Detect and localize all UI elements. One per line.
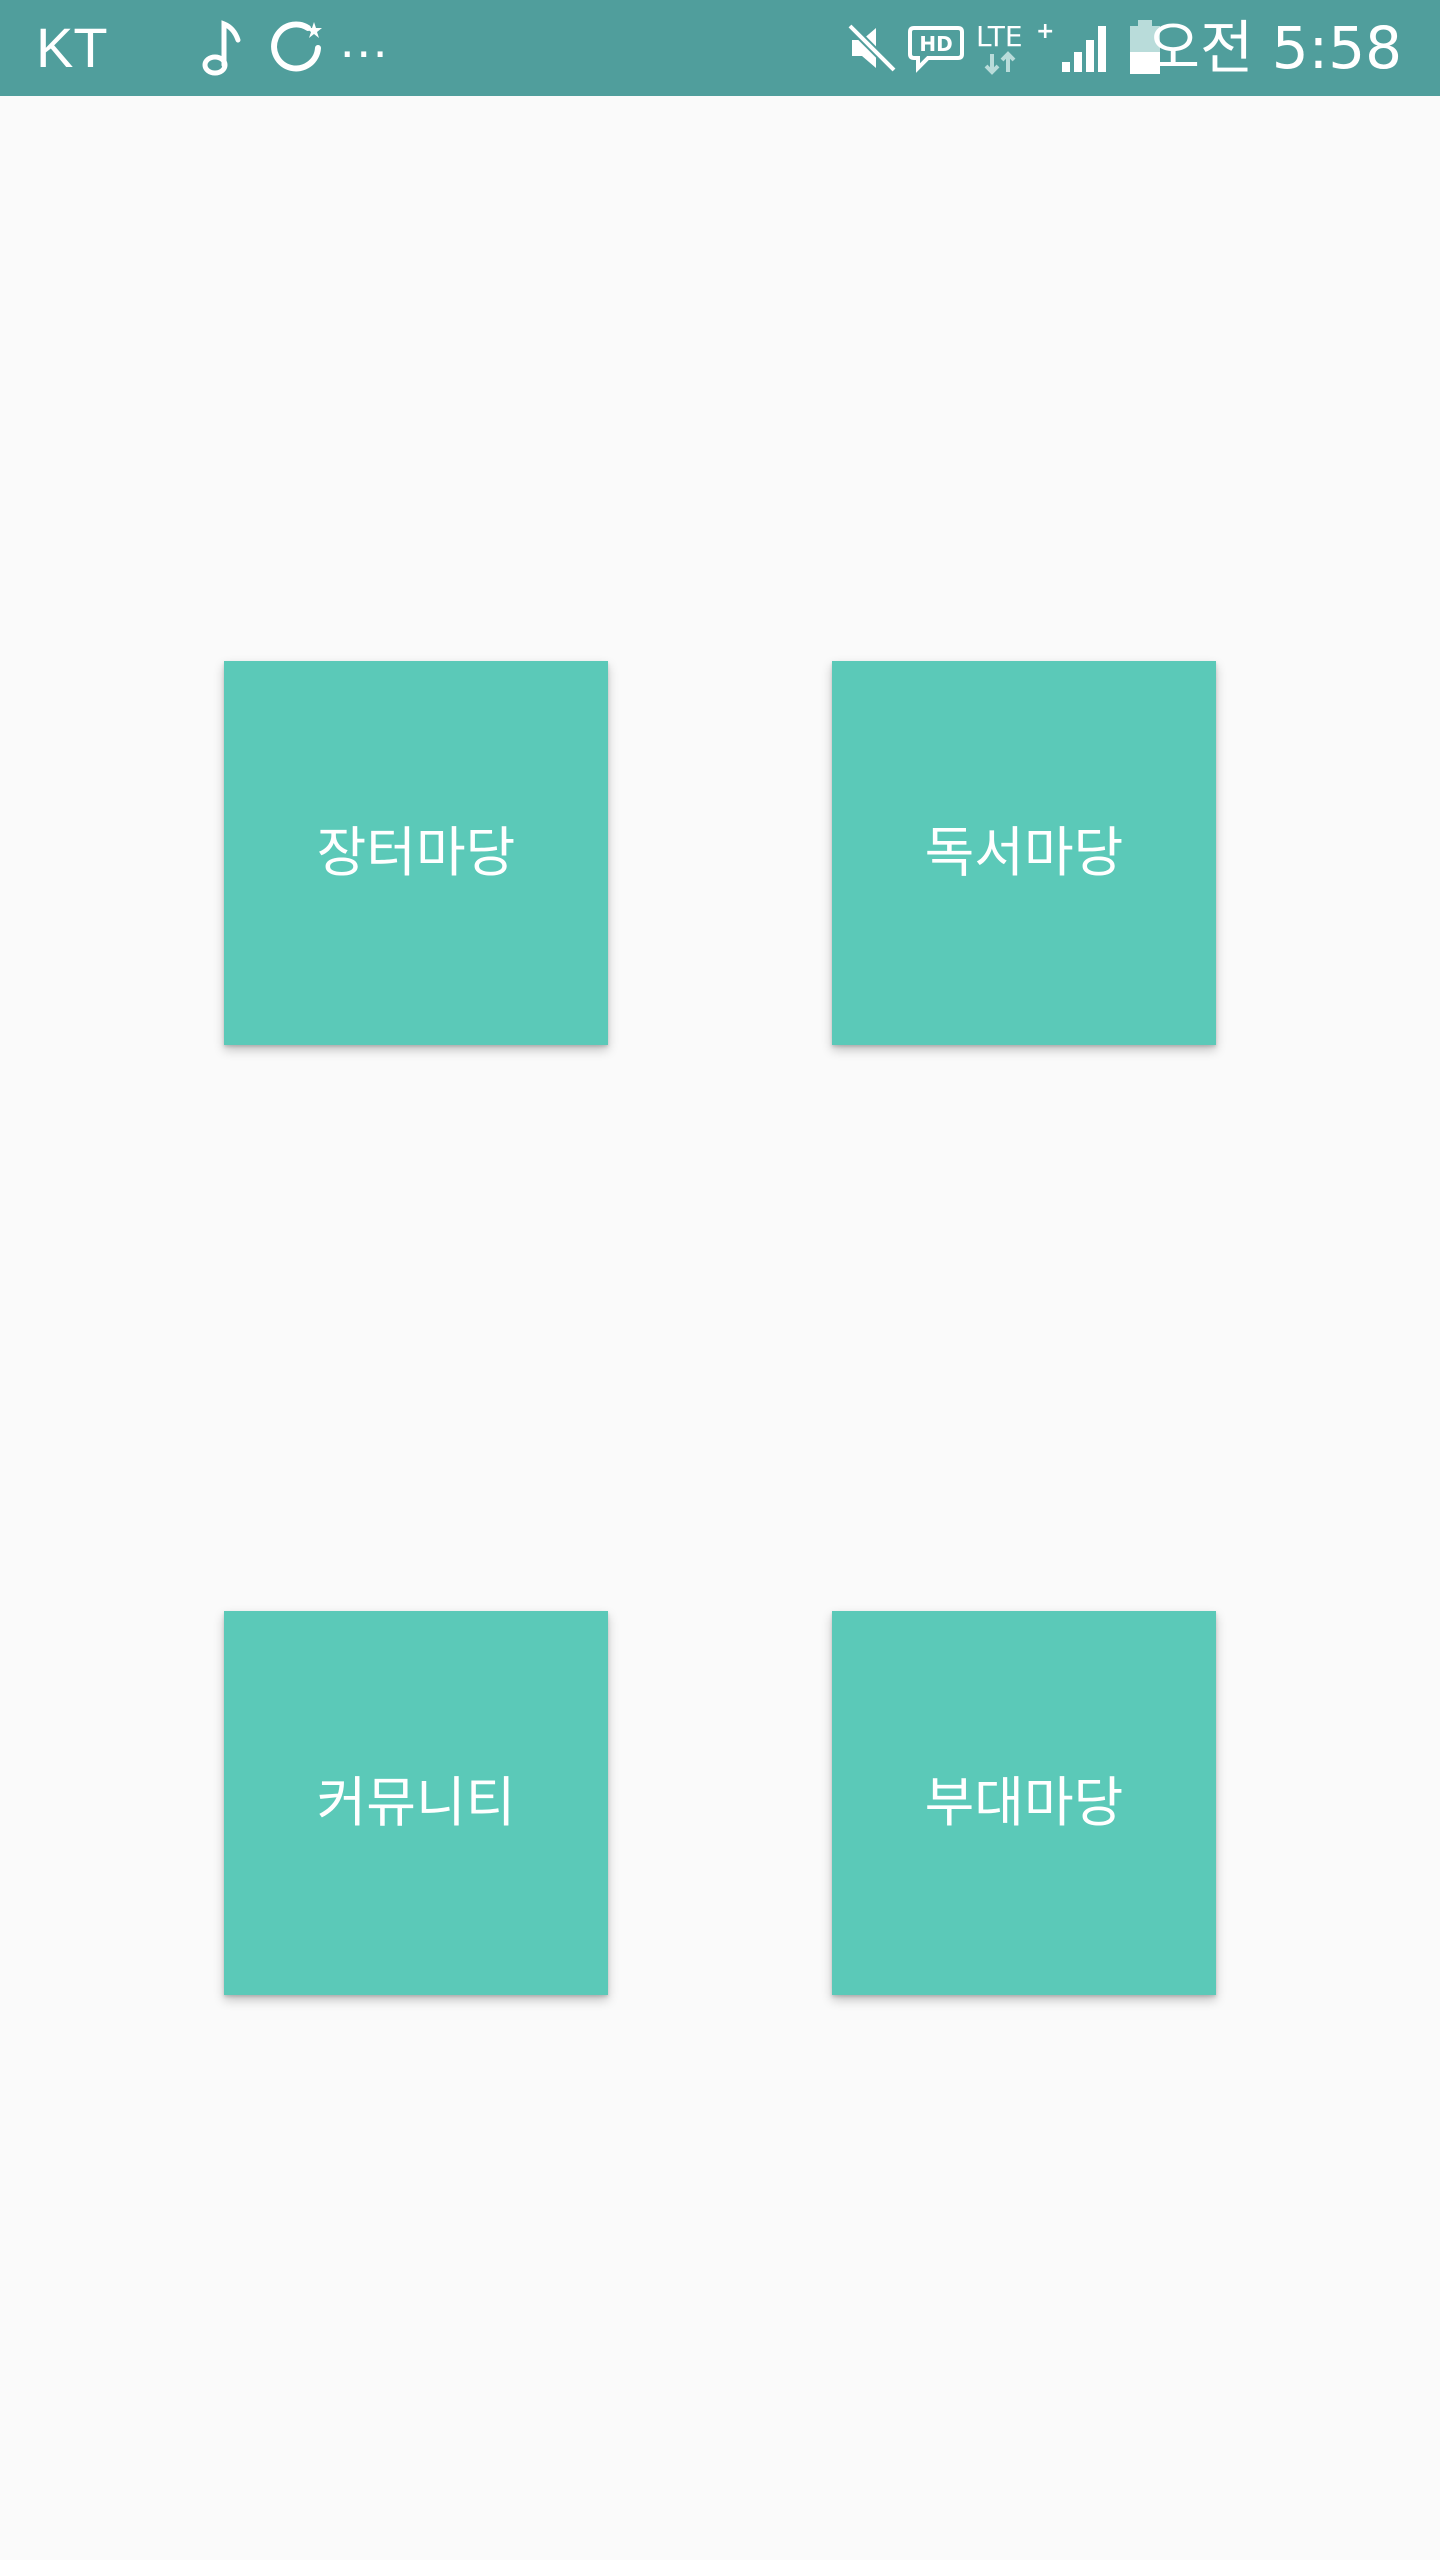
more-notifications-icon: ... bbox=[340, 11, 390, 69]
market-tile-label: 장터마당 bbox=[316, 821, 516, 884]
hd-voice-icon: HD bbox=[908, 26, 964, 73]
sync-icon bbox=[271, 21, 322, 72]
signal-icon bbox=[1062, 26, 1106, 72]
unit-tile-label: 부대마당 bbox=[924, 1771, 1124, 1834]
svg-text:HD: HD bbox=[919, 32, 952, 56]
mute-icon bbox=[847, 23, 897, 73]
market-tile-button[interactable]: 장터마당 bbox=[224, 661, 608, 1045]
status-clock: 오전 5:58 bbox=[1146, 14, 1402, 82]
unit-tile-button[interactable]: 부대마당 bbox=[832, 1611, 1216, 1995]
community-tile-label: 커뮤니티 bbox=[316, 1771, 516, 1834]
carrier-label: KT bbox=[36, 16, 108, 79]
svg-text:LTE: LTE bbox=[976, 20, 1023, 53]
reading-tile-button[interactable]: 독서마당 bbox=[832, 661, 1216, 1045]
lte-plus-icon: LTE + bbox=[976, 19, 1054, 75]
status-bar: KT ... HD LTE + 오전 5:58 bbox=[0, 0, 1440, 96]
music-note-icon bbox=[202, 20, 241, 76]
reading-tile-label: 독서마당 bbox=[924, 821, 1124, 884]
community-tile-button[interactable]: 커뮤니티 bbox=[224, 1611, 608, 1995]
svg-text:+: + bbox=[1036, 19, 1054, 44]
